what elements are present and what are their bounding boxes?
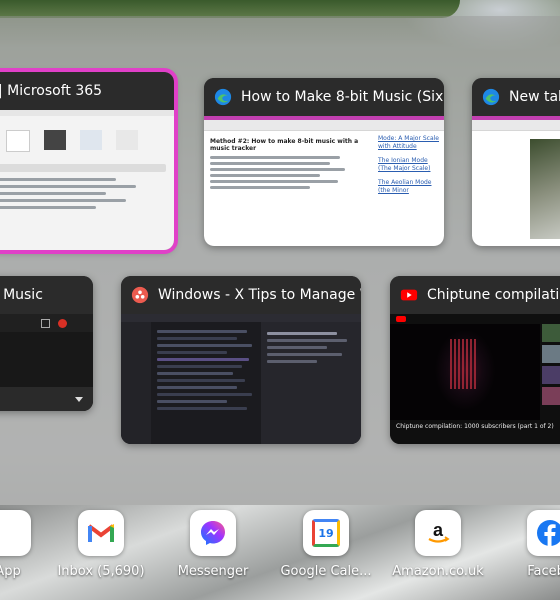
amazon-icon: a [428, 520, 450, 543]
window-microsoft-365[interactable]: | Microsoft 365 [0, 68, 178, 254]
window-music-app[interactable]: e Music [0, 276, 93, 411]
window-thumbnail [121, 314, 361, 444]
dock-item-google-calendar[interactable]: 19 Google Cale... [276, 510, 376, 579]
dock-item-app[interactable]: App [0, 510, 58, 579]
sidebar-link[interactable]: Mode: A Major Scale with Attitude [378, 135, 440, 151]
facebook-icon [537, 520, 560, 546]
dock-item-facebook[interactable]: Facebo [500, 510, 560, 579]
window-title: Chiptune compilation: [427, 287, 560, 303]
window-new-tab[interactable]: New tab [472, 78, 560, 246]
window-thumbnail [472, 116, 560, 246]
window-youtube-chiptune[interactable]: Chiptune compilation: Chiptune compilati… [390, 276, 560, 444]
article-heading: Method #2: How to make 8-bit music with … [210, 138, 359, 152]
sidebar-link[interactable]: The Aeolian Mode (the Minor [378, 179, 440, 195]
window-title: e Music [0, 287, 43, 303]
gmail-icon [87, 524, 115, 542]
window-windows-x-tips[interactable]: Windows - X Tips to Manage W... [121, 276, 361, 444]
edge-icon [482, 88, 500, 106]
video-caption: Chiptune compilation: 1000 subscribers (… [396, 423, 554, 430]
sidebar-link[interactable]: The Ionian Mode (The Major Scale) [378, 157, 440, 173]
edge-icon [214, 88, 232, 106]
dock-item-messenger[interactable]: Messenger [163, 510, 263, 579]
window-title: New tab [509, 89, 560, 105]
youtube-icon [400, 289, 418, 301]
window-title: | Microsoft 365 [0, 83, 103, 99]
google-calendar-icon: 19 [312, 519, 340, 547]
window-thumbnail: Chiptune compilation: 1000 subscribers (… [390, 314, 560, 444]
window-edge-8bit-music[interactable]: How to Make 8-bit Music (Six... Method #… [204, 78, 444, 246]
window-thumbnail [0, 110, 174, 250]
window-title: Windows - X Tips to Manage W... [158, 287, 361, 303]
dock-item-gmail[interactable]: Inbox (5,690) [51, 510, 151, 579]
app-dots-icon [131, 286, 149, 304]
window-title: How to Make 8-bit Music (Six... [241, 89, 444, 105]
dock-item-amazon[interactable]: a Amazon.co.uk [388, 510, 488, 579]
window-thumbnail: Method #2: How to make 8-bit music with … [204, 116, 444, 246]
messenger-icon [201, 521, 225, 545]
window-thumbnail [0, 314, 93, 411]
svg-text:a: a [433, 520, 444, 540]
app-dock: App Inbox (5,690) Messenger 19 [0, 510, 560, 600]
app-icon [0, 510, 31, 556]
